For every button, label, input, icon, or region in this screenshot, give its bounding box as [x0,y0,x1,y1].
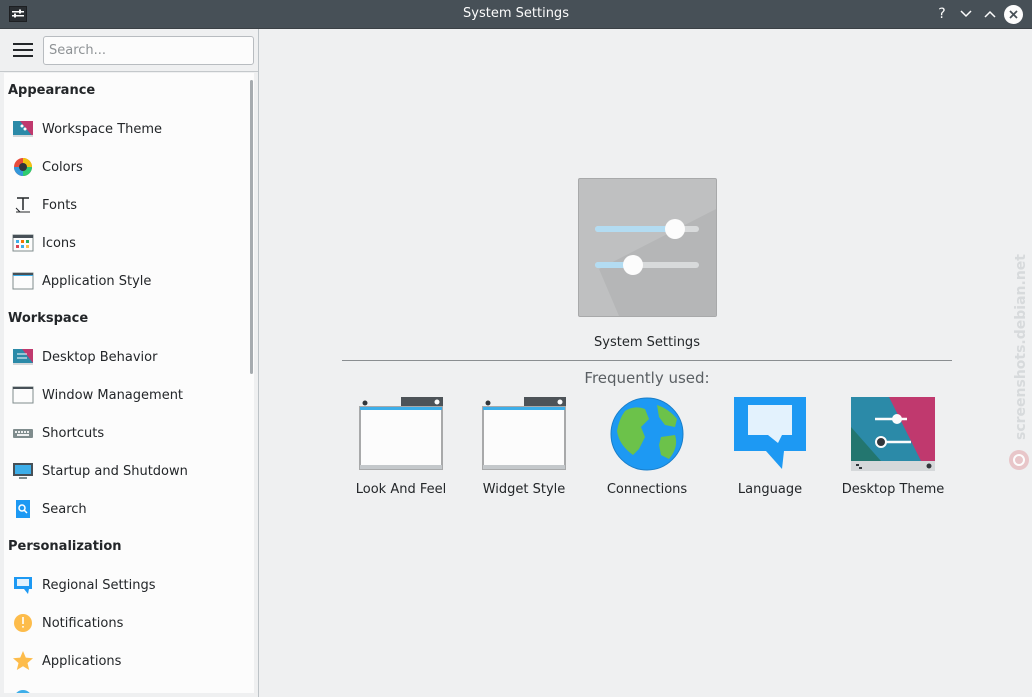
widget-style-icon [482,397,566,470]
tile-look-and-feel[interactable]: Look And Feel [341,397,461,503]
main-area: System Settings Frequently used: Look An… [260,29,1032,697]
tile-desktop-theme[interactable]: Desktop Theme [833,397,953,503]
search-input[interactable] [43,36,254,65]
sidebar-item-fonts[interactable]: Fonts [4,186,244,224]
sidebar-item-colors[interactable]: Colors [4,148,244,186]
tile-label: Language [737,482,803,497]
sidebar-item-application-style[interactable]: Application Style [4,262,244,300]
sidebar-item-icons[interactable]: Icons [4,224,244,262]
maximize-button[interactable] [981,5,999,23]
keyboard-icon [13,429,33,438]
window-title: System Settings [463,6,569,21]
sidebar-item-label: Startup and Shutdown [42,463,188,479]
sidebar-item-label: Shortcuts [42,425,105,441]
icons-icon [12,234,34,252]
sidebar-item-startup-and-shutdown[interactable]: Startup and Shutdown [4,452,244,490]
sidebar-item-label: Desktop Behavior [42,349,158,365]
sidebar-item-notifications[interactable]: Notifications [4,604,244,642]
sidebar-item-label: Fonts [42,197,78,213]
look-and-feel-icon [359,397,443,470]
tile-label: Look And Feel [355,482,447,497]
sidebar-header [0,29,258,72]
sidebar-item-search[interactable]: Search [4,490,244,528]
sidebar-item-label: Window Management [42,387,184,403]
category-appearance: Appearance [8,83,96,98]
sidebar-item-regional-settings[interactable]: Regional Settings [4,566,244,604]
sidebar-item-label: Notifications [42,615,124,631]
sidebar-item-label: Icons [42,235,76,251]
speech-bubble-icon [14,577,32,594]
title-bar: System Settings ? [0,0,1032,29]
monitor-icon [13,463,33,479]
scrollbar[interactable] [250,80,253,374]
frequently-used-label: Frequently used: [584,369,710,387]
hero-label: System Settings [594,335,700,350]
category-list[interactable]: Appearance Workspace Theme Colors Fonts [4,73,254,693]
sidebar-item-window-management[interactable]: Window Management [4,376,244,414]
desktop-behavior-icon [13,349,33,365]
chevron-down-icon [960,10,972,18]
colors-icon [14,158,32,176]
search-icon [16,500,30,518]
divider [342,360,952,361]
close-icon [1009,10,1018,19]
tile-label: Desktop Theme [841,482,945,497]
sidebar-item-label: Colors [42,159,83,175]
sliders-icon [595,209,716,316]
sidebar-item-applications[interactable]: Applications [4,642,244,680]
category-workspace: Workspace [8,311,89,326]
application-style-icon [12,272,34,290]
sidebar-item-label: Search [42,501,87,517]
fonts-icon [15,197,30,213]
sidebar: Appearance Workspace Theme Colors Fonts [0,29,259,697]
tile-label: Connections [606,482,688,497]
tile-widget-style[interactable]: Widget Style [464,397,584,503]
help-button[interactable]: ? [933,5,951,23]
language-speech-bubble-icon [734,397,806,469]
close-button[interactable] [1004,5,1023,24]
watermark-text: screenshots.debian.net [1013,254,1029,440]
hamburger-menu-icon[interactable] [13,43,33,59]
chevron-up-icon [984,10,996,18]
sidebar-item-label: Application Style [42,273,152,289]
sidebar-item-shortcuts[interactable]: Shortcuts [4,414,244,452]
tile-label: Widget Style [482,482,566,497]
sidebar-item-label: Workspace Theme [42,121,163,137]
globe-icon [610,397,684,471]
tile-language[interactable]: Language [710,397,830,503]
sidebar-item-label: Applications [42,653,122,669]
sidebar-item-workspace-theme[interactable]: Workspace Theme [4,110,244,148]
desktop-theme-icon [851,397,935,471]
system-settings-hero-icon [578,178,717,317]
sidebar-item-desktop-behavior[interactable]: Desktop Behavior [4,338,244,376]
window-management-icon [12,386,34,404]
sidebar-item-partial[interactable] [4,680,244,693]
category-personalization: Personalization [8,539,122,554]
partial-item-icon [16,690,30,693]
watermark: screenshots.debian.net [1009,254,1029,470]
notification-icon [14,614,32,632]
star-icon [13,651,33,670]
workspace-theme-icon [13,121,33,137]
tile-connections[interactable]: Connections [587,397,707,503]
minimize-button[interactable] [957,5,975,23]
sidebar-item-label: Regional Settings [42,577,156,593]
